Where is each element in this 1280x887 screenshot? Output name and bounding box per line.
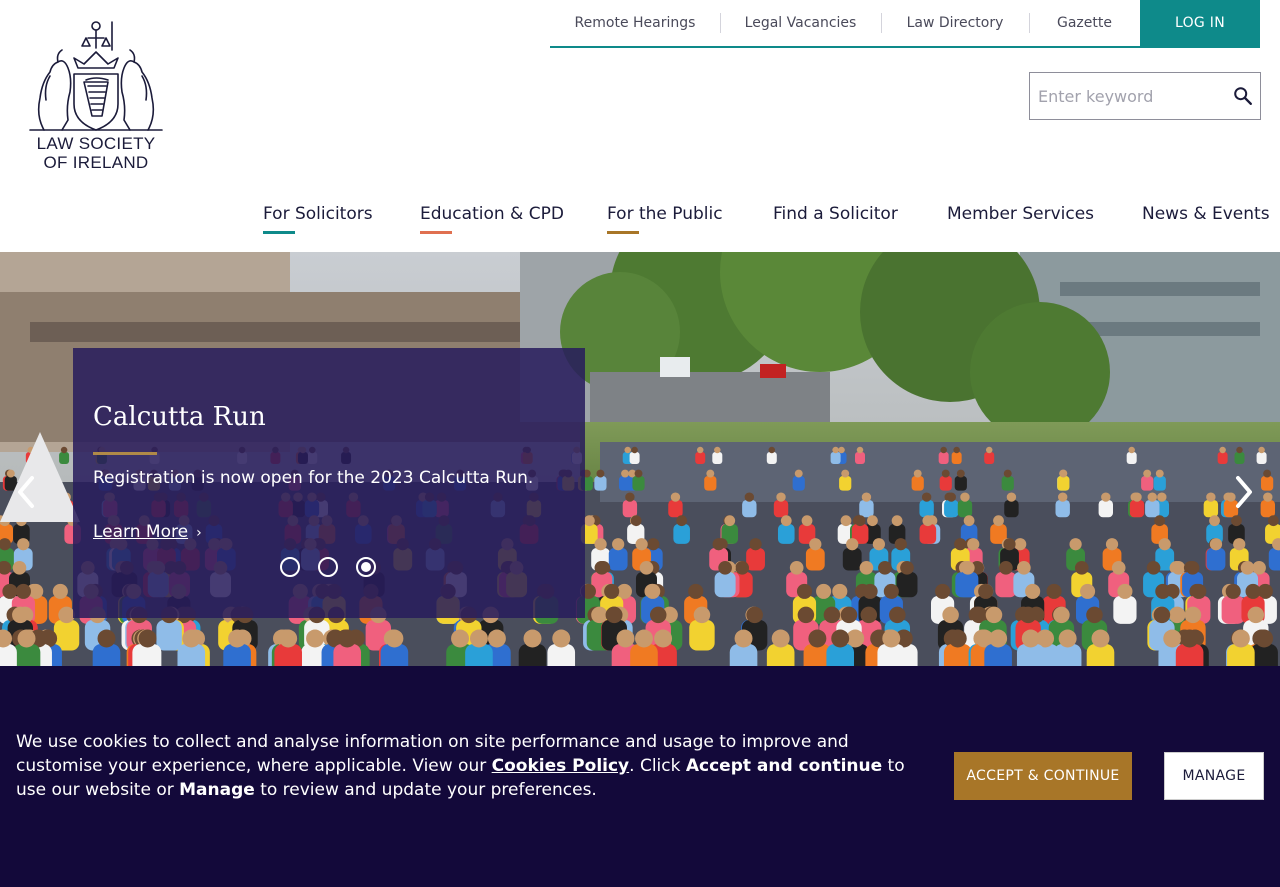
hero-title: Calcutta Run: [93, 402, 266, 432]
cookie-text-4: to review and update your preferences.: [254, 780, 597, 800]
nav-for-solicitors[interactable]: For Solicitors: [263, 204, 373, 234]
chevron-right-icon: ›: [196, 525, 202, 541]
nav-label: Education & CPD: [420, 204, 564, 224]
cookie-text-2: . Click: [629, 756, 686, 776]
search-box: [1029, 72, 1261, 120]
crest-icon: [29, 21, 163, 131]
logo-line-1: LAW SOCIETY: [36, 134, 156, 153]
logo-line-2: OF IRELAND: [43, 153, 149, 172]
login-button[interactable]: LOG IN: [1140, 0, 1260, 48]
carousel-dot-3[interactable]: [356, 557, 376, 577]
hero-carousel: Calcutta Run Registration is now open fo…: [0, 252, 1280, 666]
nav-for-the-public[interactable]: For the Public: [607, 204, 723, 234]
search-icon[interactable]: [1232, 85, 1254, 107]
law-society-logo[interactable]: LAW SOCIETY OF IRELAND: [22, 16, 170, 176]
chevron-right-icon[interactable]: [1228, 472, 1258, 512]
learn-more-label: Learn More: [93, 522, 189, 542]
carousel-dot-1[interactable]: [280, 557, 300, 577]
hero-description: Registration is now open for the 2023 Ca…: [93, 468, 534, 488]
search-input[interactable]: [1030, 86, 1220, 106]
utility-links: Remote Hearings Legal Vacancies Law Dire…: [550, 0, 1140, 48]
nav-underline: [420, 231, 452, 234]
nav-member-services[interactable]: Member Services: [947, 204, 1094, 224]
nav-education-cpd[interactable]: Education & CPD: [420, 204, 564, 234]
carousel-dots: [280, 557, 376, 577]
chevron-left-icon[interactable]: [12, 472, 42, 512]
nav-underline: [263, 231, 295, 234]
nav-label: For the Public: [607, 204, 723, 224]
carousel-dot-2[interactable]: [318, 557, 338, 577]
manage-button[interactable]: MANAGE: [1164, 752, 1264, 800]
hero-card: Calcutta Run Registration is now open fo…: [73, 348, 585, 618]
cookie-message: We use cookies to collect and analyse in…: [16, 730, 936, 802]
utility-link-remote-hearings[interactable]: Remote Hearings: [550, 0, 720, 46]
nav-find-a-solicitor[interactable]: Find a Solicitor: [773, 204, 898, 224]
nav-label: For Solicitors: [263, 204, 373, 224]
utility-bar: Remote Hearings Legal Vacancies Law Dire…: [550, 0, 1260, 48]
cookie-banner: We use cookies to collect and analyse in…: [0, 666, 1280, 887]
nav-underline: [607, 231, 639, 234]
learn-more-link[interactable]: Learn More ›: [93, 522, 202, 542]
main-nav: For Solicitors Education & CPD For the P…: [262, 204, 1270, 238]
cookie-accept-phrase: Accept and continue: [685, 756, 883, 776]
utility-link-law-directory[interactable]: Law Directory: [881, 0, 1029, 46]
accept-continue-button[interactable]: ACCEPT & CONTINUE: [954, 752, 1132, 800]
utility-link-gazette[interactable]: Gazette: [1029, 0, 1140, 46]
hero-title-rule: [93, 452, 157, 455]
utility-link-legal-vacancies[interactable]: Legal Vacancies: [720, 0, 881, 46]
nav-news-events[interactable]: News & Events: [1142, 204, 1270, 224]
cookie-manage-phrase: Manage: [179, 780, 255, 800]
cookies-policy-link[interactable]: Cookies Policy: [492, 756, 630, 776]
